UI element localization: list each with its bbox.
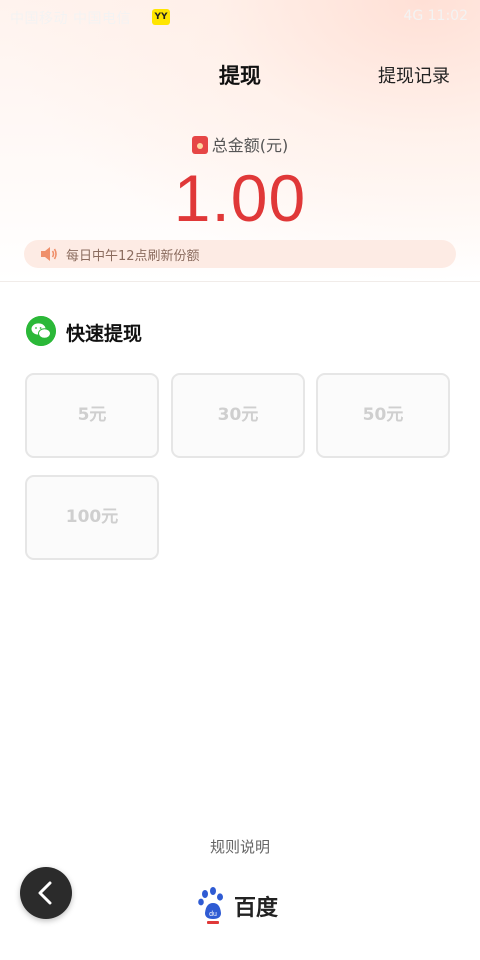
withdraw-option-5[interactable]: 5元 [25,373,159,458]
status-bar: 中国移动 中国电信 YY 4G 11:02 [0,0,480,34]
quick-withdraw-title: 快速提现 [66,323,143,345]
notice-text: 每日中午12点刷新份额 [66,249,200,264]
back-button[interactable] [20,867,72,919]
withdraw-option-30[interactable]: 30元 [171,373,305,458]
status-right-text: 4G 11:02 [403,8,468,24]
withdraw-option-50[interactable]: 50元 [316,373,450,458]
notice-bar: 每日中午12点刷新份额 [24,240,456,268]
rules-link[interactable]: 规则说明 [0,836,480,857]
svg-text:du: du [209,911,217,918]
total-amount-value: 1.00 [173,161,307,235]
carrier-text: 中国移动 中国电信 [10,11,131,27]
wechat-icon [26,316,56,346]
baidu-brand-name: 百度 [234,896,279,921]
total-amount-label: 总金额(元) [0,132,480,156]
yy-app-icon: YY [152,9,170,25]
withdraw-option-100[interactable]: 100元 [25,475,159,560]
red-packet-icon [191,136,208,154]
speaker-icon [41,247,57,261]
section-divider [0,281,480,282]
baidu-paw-icon: du [198,887,223,924]
chevron-left-icon [38,881,52,905]
total-amount-label-text: 总金额(元) [211,136,289,155]
withdraw-record-link[interactable]: 提现记录 [378,62,450,88]
